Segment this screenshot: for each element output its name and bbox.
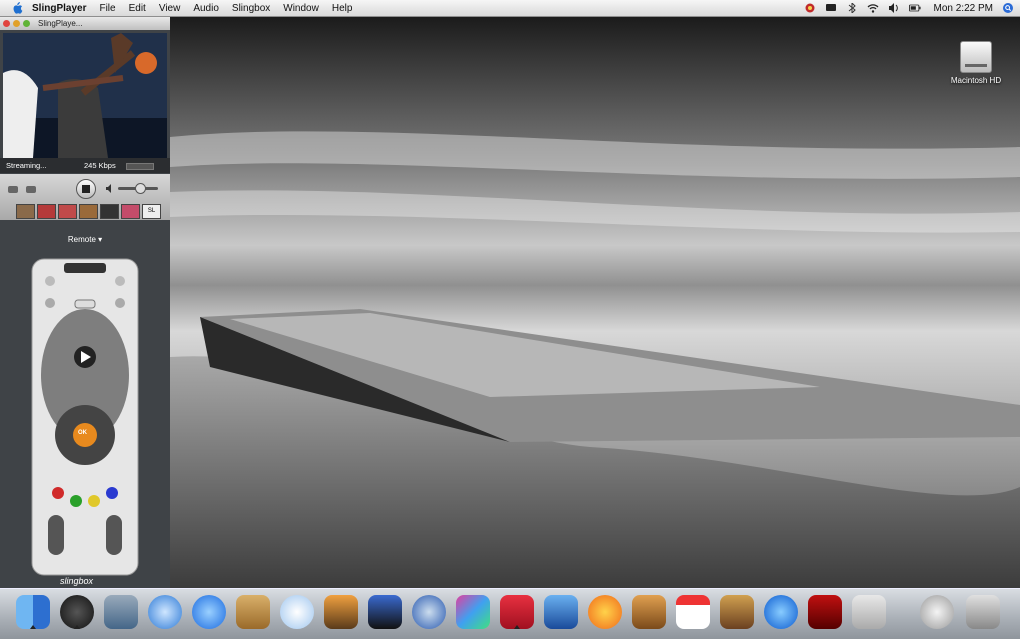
channel-preset-5[interactable]	[100, 204, 119, 219]
apple-menu-icon[interactable]	[10, 2, 24, 14]
hd-label: Macintosh HD	[950, 76, 1002, 85]
dock-flower-icon[interactable]	[586, 593, 624, 631]
brand-text: slingbox	[60, 576, 94, 586]
channel-preset-2[interactable]	[37, 204, 56, 219]
remote-volume-rocker[interactable]	[48, 515, 64, 555]
remote-yellow-button[interactable]	[88, 495, 100, 507]
virtual-remote: OK	[30, 257, 140, 577]
dock-imovie-icon[interactable]	[366, 593, 404, 631]
dock-red-app-icon[interactable]	[806, 593, 844, 631]
dock-idvd-icon[interactable]	[410, 593, 448, 631]
remote-ok-label: OK	[78, 430, 87, 436]
remote-channel-rocker[interactable]	[106, 515, 122, 555]
dock-photo-booth-icon[interactable]	[718, 593, 756, 631]
stop-button[interactable]	[76, 179, 96, 199]
dock-front-row-icon[interactable]	[454, 593, 492, 631]
menu-file[interactable]: File	[99, 3, 115, 14]
remote-blue-button[interactable]	[106, 487, 118, 499]
dock-feather-icon[interactable]	[542, 593, 580, 631]
menu-edit[interactable]: Edit	[129, 3, 146, 14]
running-indicator	[514, 625, 520, 629]
screen-size-icon[interactable]	[8, 186, 18, 193]
volume-slider-knob[interactable]	[135, 183, 146, 194]
zoom-window-button[interactable]	[23, 20, 30, 27]
battery-icon[interactable]	[908, 3, 921, 13]
remote-control-graphic	[31, 258, 139, 576]
spotlight-search-icon[interactable]	[1002, 3, 1014, 13]
menu-view[interactable]: View	[159, 3, 181, 14]
dock-finder-icon[interactable]	[14, 593, 52, 631]
volume-slider[interactable]	[118, 183, 158, 194]
playback-controls: SL	[0, 174, 170, 220]
remote-label: Remote ▾	[67, 235, 103, 244]
volume-icon[interactable]	[888, 3, 900, 13]
status-app-icon[interactable]	[804, 3, 816, 13]
remote-power-button[interactable]	[45, 276, 55, 286]
macintosh-hd-volume[interactable]: Macintosh HD	[942, 41, 1010, 85]
dock-slingplayer-icon[interactable]	[498, 593, 536, 631]
speaker-icon	[106, 184, 111, 193]
hard-drive-icon	[960, 41, 992, 73]
channel-preset-6[interactable]	[121, 204, 140, 219]
dock-quicktime-icon[interactable]	[762, 593, 800, 631]
menu-app-name[interactable]: SlingPlayer	[32, 3, 86, 14]
dock	[0, 588, 1020, 639]
dock-iphoto-icon[interactable]	[322, 593, 360, 631]
bluetooth-icon[interactable]	[846, 3, 858, 13]
basketball-video-frame	[3, 33, 167, 158]
slingbox-logo: slingbox	[60, 576, 93, 586]
channel-presets: SL	[16, 204, 161, 219]
snapshot-icon[interactable]	[26, 186, 36, 193]
running-indicator	[74, 625, 80, 629]
remote-dropdown[interactable]: Remote ▾	[0, 235, 170, 244]
wifi-icon[interactable]	[867, 3, 879, 13]
channel-preset-4[interactable]	[79, 204, 98, 219]
signal-meter	[126, 163, 154, 170]
stream-bitrate: 245 Kbps	[84, 161, 116, 170]
running-indicator	[30, 625, 36, 629]
close-window-button[interactable]	[3, 20, 10, 27]
dock-ichat-icon[interactable]	[190, 593, 228, 631]
menu-help[interactable]: Help	[332, 3, 353, 14]
stream-status: Streaming...	[6, 161, 47, 170]
dock-dashboard-icon[interactable]	[58, 593, 96, 631]
dock-ical-icon[interactable]	[674, 593, 712, 631]
dock-address-book-icon[interactable]	[234, 593, 272, 631]
channel-preset-1[interactable]	[16, 204, 35, 219]
remote-red-button[interactable]	[52, 487, 64, 499]
dock-trash-icon[interactable]	[964, 593, 1002, 631]
display-icon[interactable]	[825, 3, 837, 13]
remote-tv-button[interactable]	[115, 276, 125, 286]
menu-slingbox[interactable]: Slingbox	[232, 3, 270, 14]
stream-status-bar: Streaming... 245 Kbps	[0, 158, 170, 173]
dock-system-preferences-icon[interactable]	[850, 593, 888, 631]
menu-audio[interactable]: Audio	[193, 3, 219, 14]
video-display[interactable]	[3, 33, 167, 158]
dock-preview-icon[interactable]	[102, 593, 140, 631]
dock-itunes-icon[interactable]	[278, 593, 316, 631]
menu-window[interactable]: Window	[283, 3, 319, 14]
desktop-wallpaper: Macintosh HD	[170, 17, 1020, 588]
dock-safari-icon[interactable]	[146, 593, 184, 631]
menu-bar: SlingPlayer File Edit View Audio Slingbo…	[0, 0, 1020, 17]
dock-garageband-icon[interactable]	[630, 593, 668, 631]
player-title-bar[interactable]: SlingPlaye...	[0, 17, 170, 30]
remote-green-button[interactable]	[70, 495, 82, 507]
channel-preset-7[interactable]: SL	[142, 204, 161, 219]
slingplayer-window: SlingPlaye... Streaming... 245 Kbps SL R…	[0, 17, 170, 588]
dock-mail-icon[interactable]	[918, 593, 956, 631]
minimize-window-button[interactable]	[13, 20, 20, 27]
wallpaper-image	[170, 17, 1020, 588]
menu-clock[interactable]: Mon 2:22 PM	[934, 3, 993, 14]
player-window-title: SlingPlaye...	[38, 19, 83, 28]
channel-preset-3[interactable]	[58, 204, 77, 219]
